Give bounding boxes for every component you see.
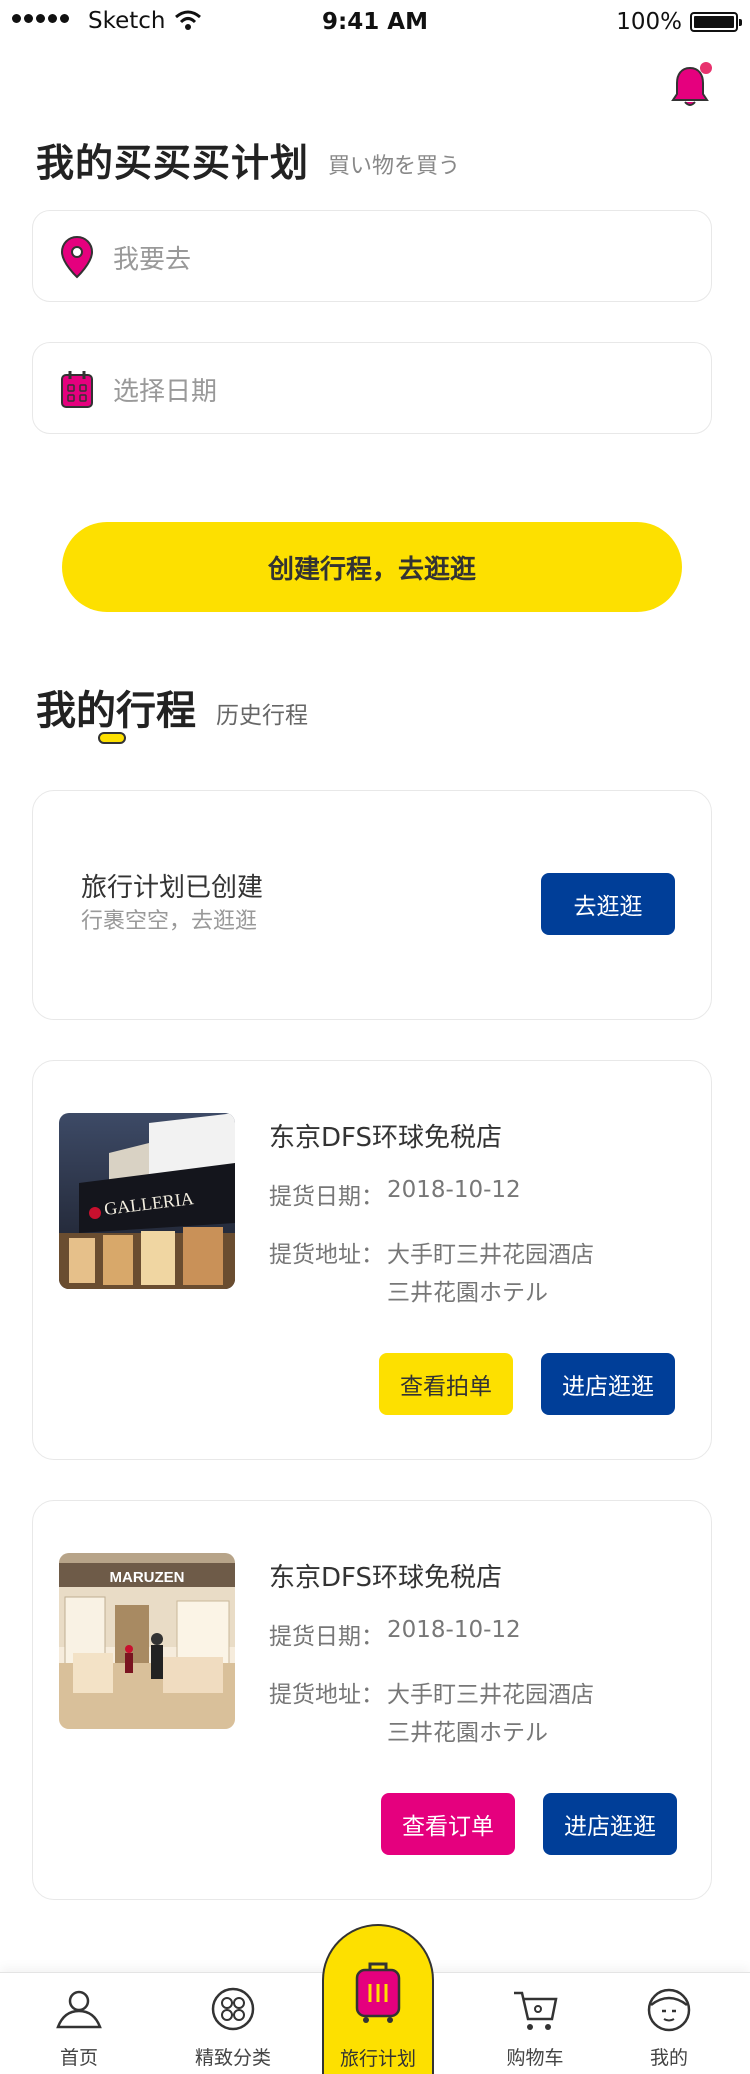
svg-text:MARUZEN: MARUZEN [110, 1569, 185, 1586]
pickup-date-value: 2018-10-12 [387, 1617, 521, 1643]
suitcase-icon [355, 1962, 401, 2023]
store-name: 东京DFS环球免税店 [269, 1123, 503, 1153]
enter-store-button[interactable]: 进店逛逛 [543, 1793, 677, 1855]
pickup-address-line1: 大手盯三井花园酒店 [387, 1682, 594, 1708]
active-tab-indicator [98, 732, 126, 744]
calendar-icon [61, 371, 93, 408]
pickup-date-label: 提货日期： [269, 1624, 384, 1650]
go-shopping-button[interactable]: 去逛逛 [541, 873, 675, 935]
location-pin-icon [60, 235, 94, 279]
empty-trip-card: 旅行计划已创建 行裹空空，去逛逛 去逛逛 [32, 790, 712, 1020]
category-icon [211, 1987, 255, 2031]
pickup-date-value: 2018-10-12 [387, 1177, 521, 1203]
trip-card: GALLERIA 东京DFS环球免税店 提货日期： 2018-10-12 提货地… [32, 1060, 712, 1460]
my-trips-title: 我的行程 [36, 688, 196, 734]
store-name: 东京DFS环球免税店 [269, 1563, 503, 1593]
page-subtitle: 買い物を買う [328, 154, 461, 179]
enter-store-button[interactable]: 进店逛逛 [541, 1353, 675, 1415]
date-field[interactable]: 选择日期 [32, 342, 712, 434]
tab-cart-label: 购物车 [506, 2047, 564, 2069]
trip-card: MARUZEN 东京DFS环球免税店 提货日期： 2018-10-12 提货地址… [32, 1500, 712, 1900]
battery-icon [690, 12, 742, 32]
tab-me[interactable]: 我的 [604, 1973, 734, 2074]
status-bar: Sketch 9:41 AM 100% [0, 0, 750, 44]
view-order-button[interactable]: 查看订单 [381, 1793, 515, 1855]
tab-home[interactable]: 首页 [14, 1973, 144, 2074]
empty-trip-title: 旅行计划已创建 [81, 873, 264, 903]
home-icon [56, 1990, 102, 2029]
pickup-address-line2: 三井花園ホテル [387, 1280, 548, 1306]
cart-icon [514, 1991, 558, 2030]
tab-cart[interactable]: 购物车 [470, 1973, 600, 2074]
destination-field[interactable]: 我要去 [32, 210, 712, 302]
create-trip-button[interactable]: 创建行程，去逛逛 [62, 522, 682, 612]
tab-category[interactable]: 精致分类 [168, 1973, 298, 2074]
tab-me-label: 我的 [649, 2047, 688, 2069]
store-photo: GALLERIA [59, 1113, 235, 1289]
battery-percent: 100% [616, 9, 682, 35]
pickup-address-label: 提货地址： [269, 1242, 384, 1268]
pickup-address-label: 提货地址： [269, 1682, 384, 1708]
view-shooting-order-button[interactable]: 查看拍单 [379, 1353, 513, 1415]
profile-icon [647, 1988, 691, 2032]
tab-travel-plan-label: 旅行计划 [339, 2048, 416, 2070]
page-title: 我的买买买计划 [36, 141, 310, 185]
tab-category-label: 精致分类 [194, 2047, 271, 2069]
tab-travel-plan[interactable]: 旅行计划 [322, 1924, 434, 2074]
empty-trip-subtitle: 行裹空空，去逛逛 [81, 909, 258, 934]
store-photo: MARUZEN [59, 1553, 235, 1729]
pickup-date-label: 提货日期： [269, 1184, 384, 1210]
destination-placeholder: 我要去 [113, 245, 192, 275]
history-trips-link[interactable]: 历史行程 [216, 696, 308, 730]
pickup-address-line2: 三井花園ホテル [387, 1720, 548, 1746]
date-placeholder: 选择日期 [113, 377, 218, 407]
tab-home-label: 首页 [59, 2047, 98, 2069]
notification-badge [700, 62, 712, 74]
pickup-address-line1: 大手盯三井花园酒店 [387, 1242, 594, 1268]
